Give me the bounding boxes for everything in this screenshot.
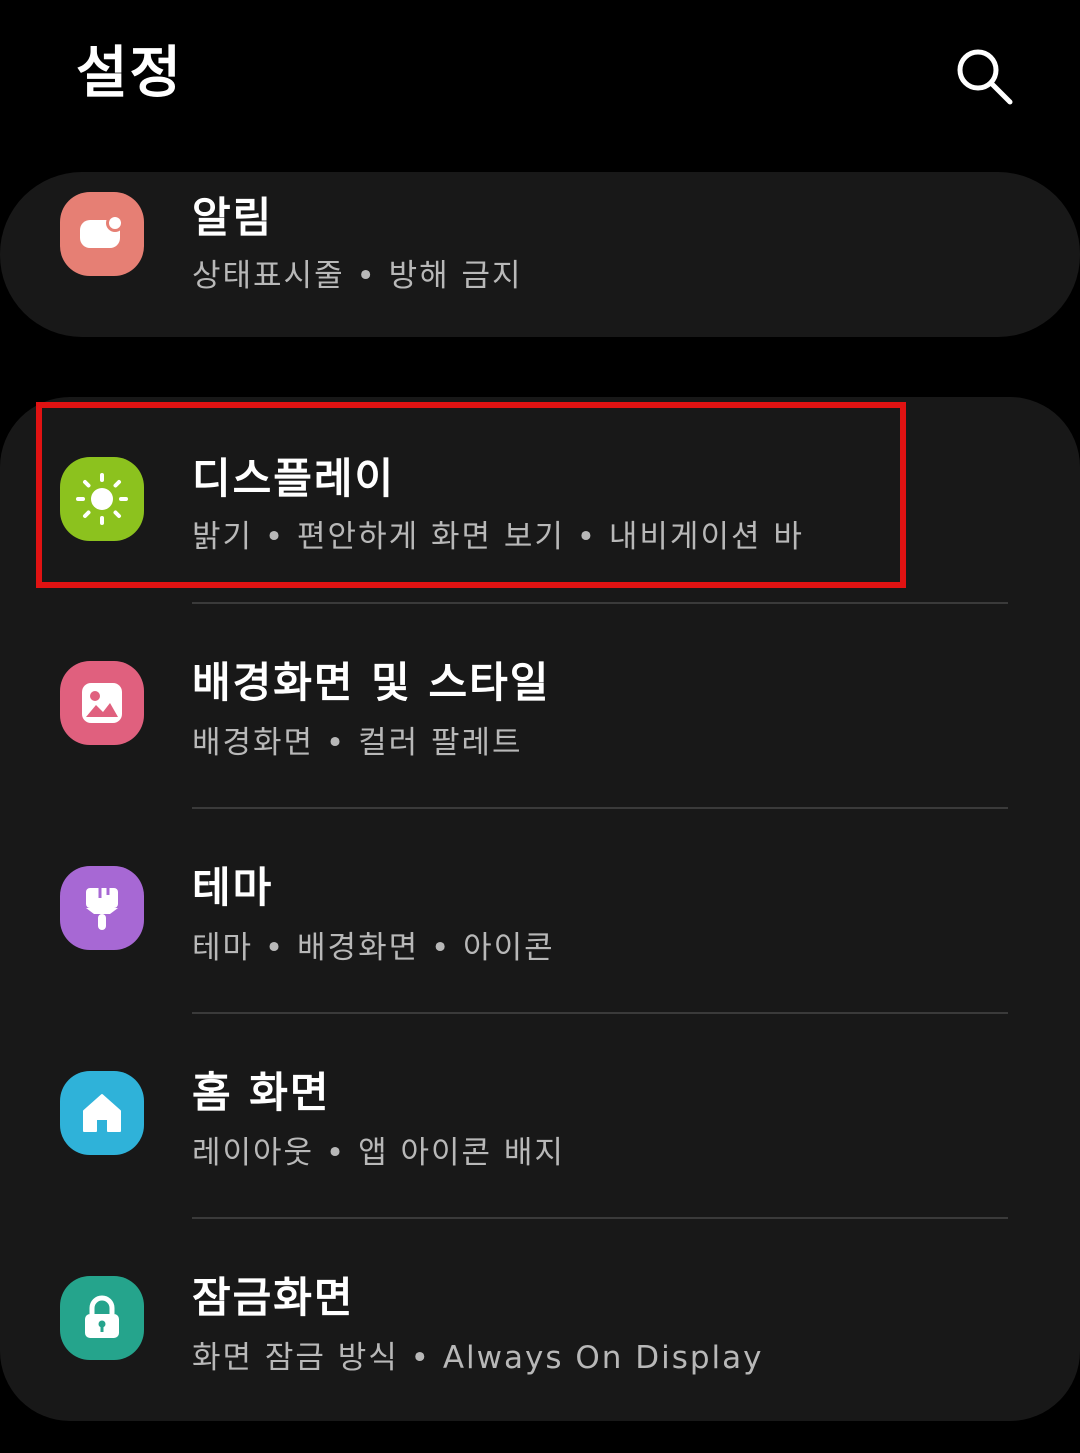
notifications-card: 알림 상태표시줄 • 방해 금지 <box>0 172 1080 337</box>
settings-item-home-screen[interactable]: 홈 화면 레이아웃 • 앱 아이콘 배지 <box>0 1013 1080 1217</box>
search-icon <box>957 49 1013 105</box>
item-subtitle: 테마 • 배경화면 • 아이콘 <box>192 930 555 966</box>
paintbrush-icon <box>60 866 144 950</box>
app-header: 설정 <box>0 0 1080 160</box>
item-title: 홈 화면 <box>192 1068 331 1117</box>
item-subtitle: 상태표시줄 • 방해 금지 <box>192 258 523 294</box>
settings-item-lock-screen[interactable]: 잠금화면 화면 잠금 방식 • Always On Display <box>0 1218 1080 1422</box>
home-icon <box>60 1071 144 1155</box>
item-subtitle: 배경화면 • 컬러 팔레트 <box>192 725 523 761</box>
settings-item-wallpaper-style[interactable]: 배경화면 및 스타일 배경화면 • 컬러 팔레트 <box>0 603 1080 807</box>
lock-icon <box>60 1276 144 1360</box>
item-subtitle: 레이아웃 • 앱 아이콘 배지 <box>192 1135 565 1171</box>
settings-group-card: 디스플레이 밝기 • 편안하게 화면 보기 • 내비게이션 바 배경화면 및 스… <box>0 397 1080 1421</box>
item-title: 알림 <box>192 193 274 242</box>
notification-icon <box>60 192 144 276</box>
item-title: 테마 <box>192 863 274 912</box>
item-title: 디스플레이 <box>192 454 396 503</box>
item-title: 배경화면 및 스타일 <box>192 658 551 707</box>
settings-item-notifications[interactable]: 알림 상태표시줄 • 방해 금지 <box>0 172 1080 337</box>
item-title: 잠금화면 <box>192 1273 355 1322</box>
picture-icon <box>60 661 144 745</box>
item-subtitle: 밝기 • 편안하게 화면 보기 • 내비게이션 바 <box>192 519 804 555</box>
page-title: 설정 <box>76 41 184 106</box>
search-button[interactable] <box>948 40 1020 112</box>
settings-item-display[interactable]: 디스플레이 밝기 • 편안하게 화면 보기 • 내비게이션 바 <box>0 397 1080 601</box>
sun-icon <box>60 457 144 541</box>
item-subtitle: 화면 잠금 방식 • Always On Display <box>192 1340 764 1376</box>
settings-item-themes[interactable]: 테마 테마 • 배경화면 • 아이콘 <box>0 808 1080 1012</box>
